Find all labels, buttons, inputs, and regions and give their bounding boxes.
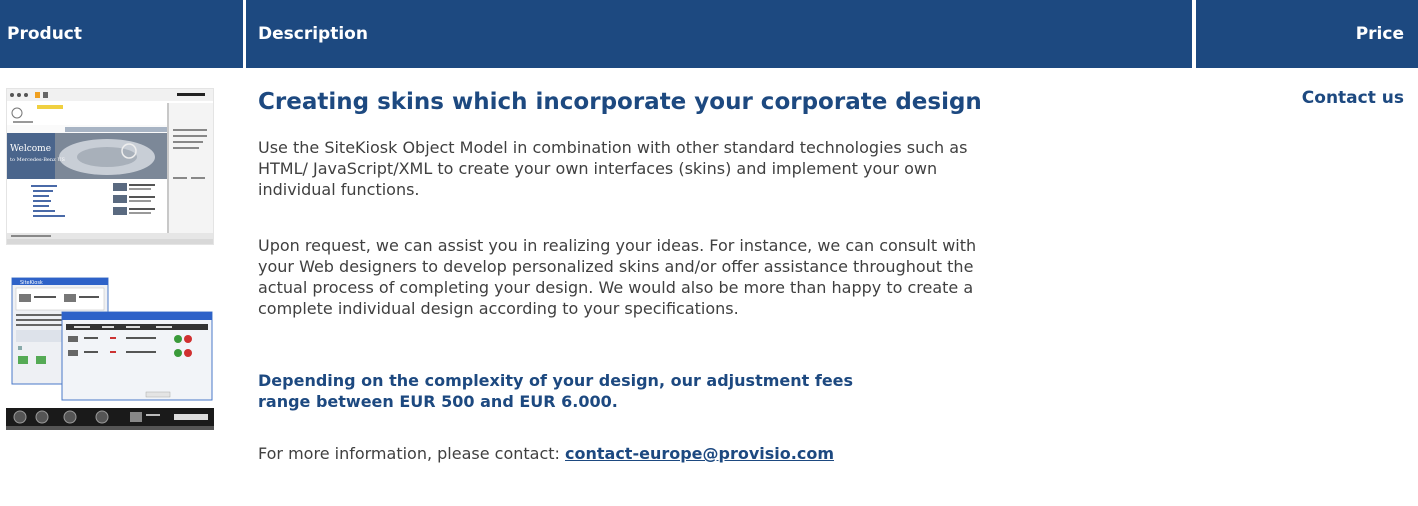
browser-skin-illustration: Welcome to Mercedes-Benz US bbox=[7, 89, 213, 244]
column-header-description: Description bbox=[246, 0, 1192, 68]
contact-line: For more information, please contact: co… bbox=[258, 443, 834, 464]
product-title: Creating skins which incorporate your co… bbox=[258, 89, 982, 115]
column-header-price: Price bbox=[1196, 0, 1418, 68]
column-header-product: Product bbox=[0, 0, 243, 68]
welcome-heading-text: Welcome bbox=[10, 144, 51, 154]
welcome-subtitle-text: to Mercedes-Benz US bbox=[10, 157, 66, 163]
price-contact-us: Contact us bbox=[1301, 88, 1404, 108]
skin-screenshot-browser: Welcome to Mercedes-Benz US bbox=[6, 88, 214, 245]
table-header-row: Product Description Price bbox=[0, 0, 1418, 68]
dialog-skin-illustration: SiteKiosk bbox=[6, 272, 214, 430]
skin-screenshot-dialogs: SiteKiosk bbox=[6, 272, 214, 430]
contact-email-link[interactable]: contact-europe@provisio.com bbox=[565, 444, 834, 463]
description-paragraph-2: Upon request, we can assist you in reali… bbox=[258, 236, 977, 318]
contact-prefix: For more information, please contact: bbox=[258, 444, 565, 463]
window-title-text: SiteKiosk bbox=[20, 280, 43, 286]
description-paragraph-1: Use the SiteKiosk Object Model in combin… bbox=[258, 138, 968, 199]
pricing-note: Depending on the complexity of your desi… bbox=[258, 371, 854, 411]
